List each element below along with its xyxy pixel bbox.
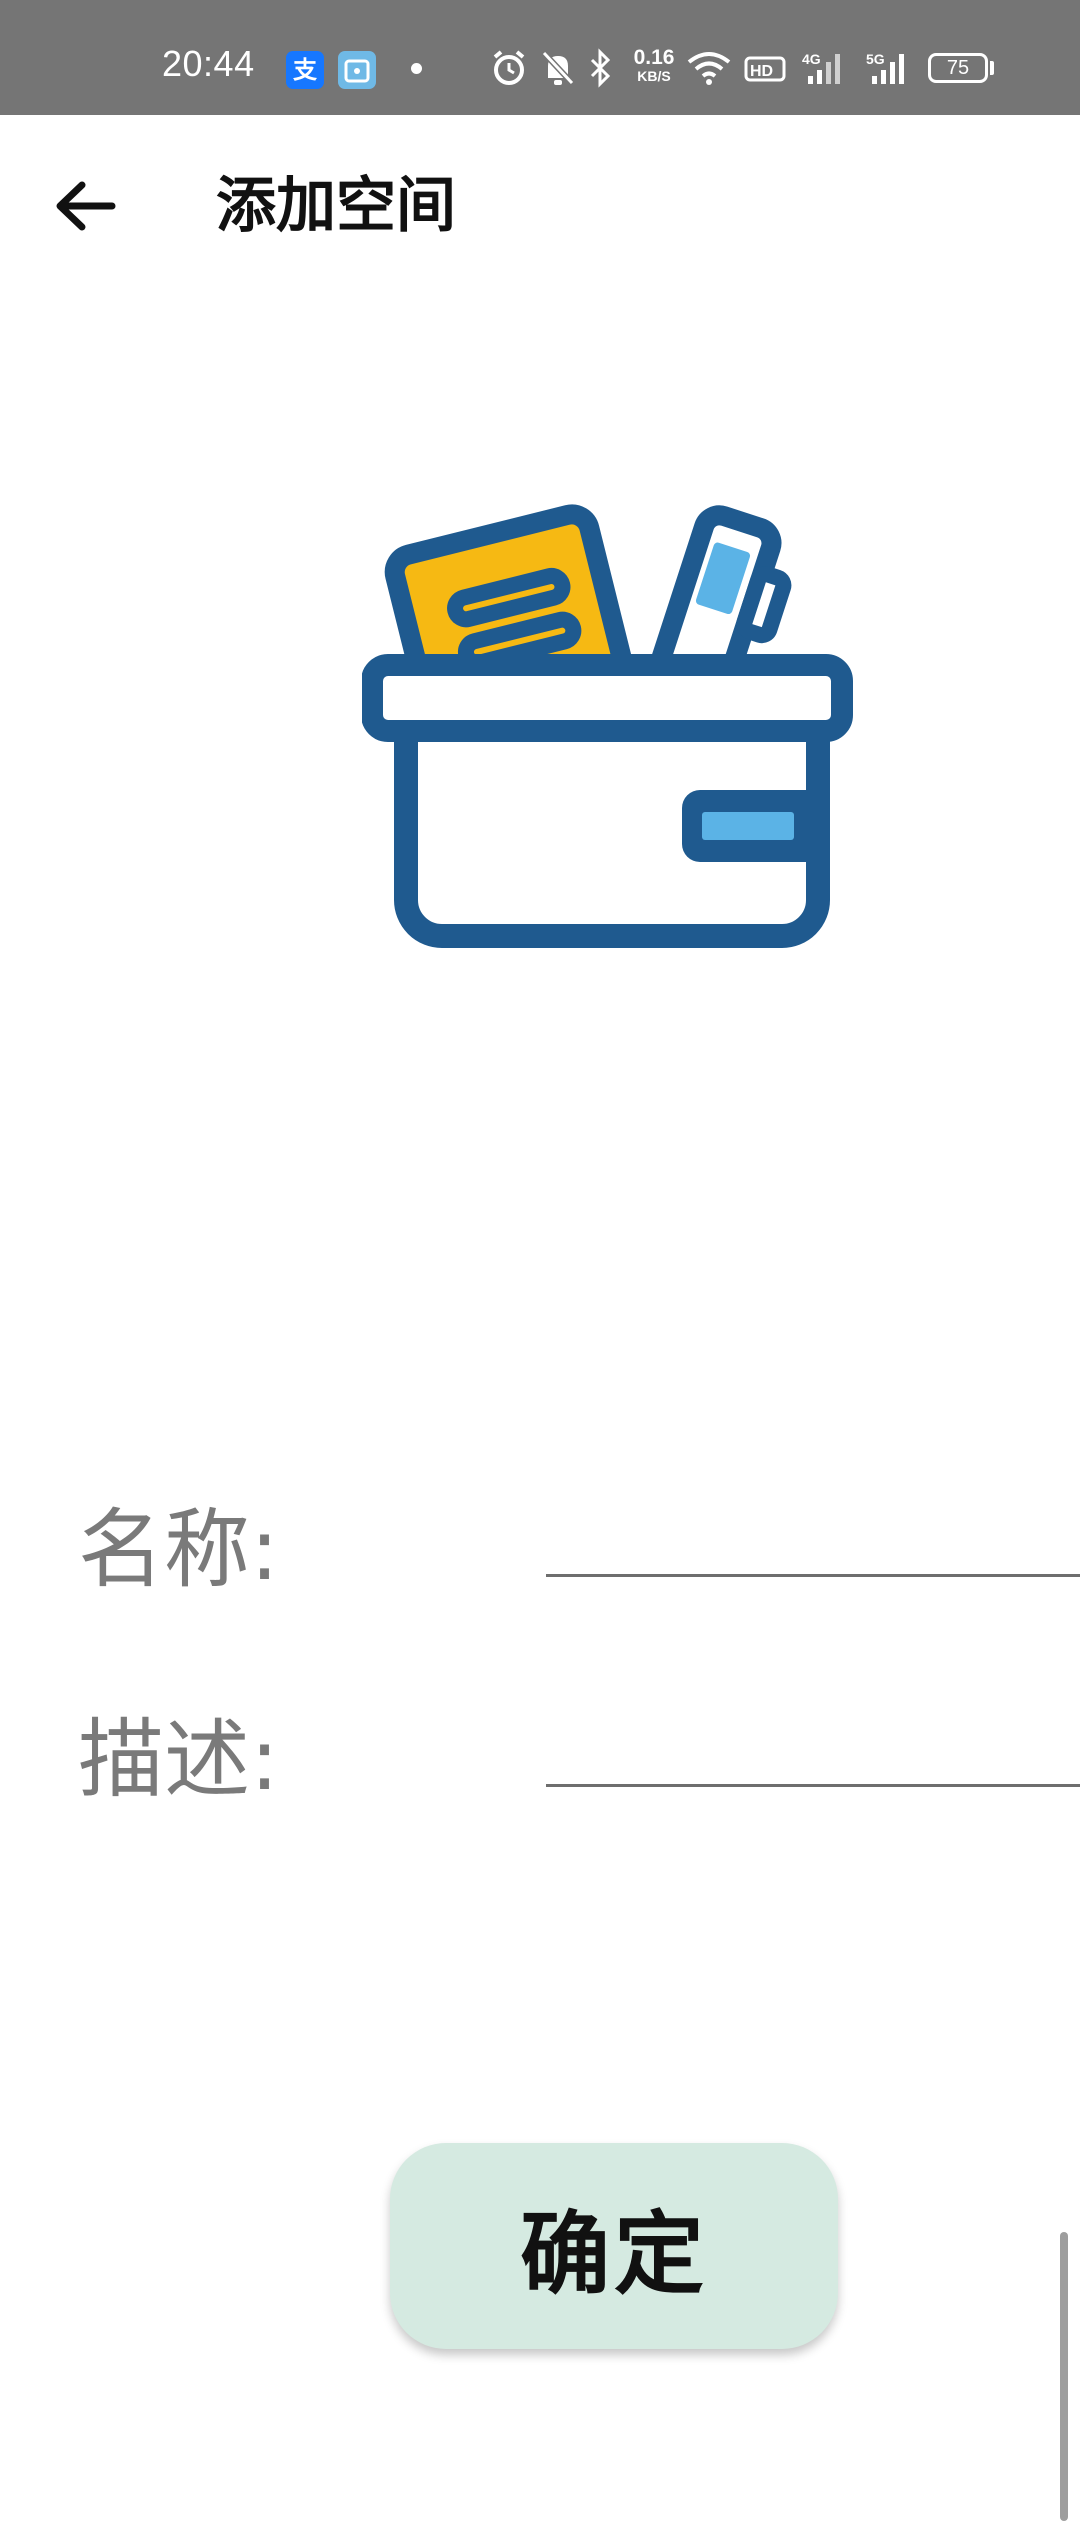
net-speed-unit: KB/S — [637, 68, 671, 84]
name-label: 名称: — [78, 1500, 279, 1600]
scrollbar-thumb[interactable] — [1060, 2232, 1068, 2521]
battery-tip — [990, 61, 994, 75]
alarm-icon — [493, 50, 525, 85]
svg-text:5G: 5G — [866, 51, 885, 67]
notification-dot-icon — [411, 63, 422, 74]
description-label: 描述: — [78, 1710, 279, 1810]
name-row: 名称: — [0, 1485, 1080, 1615]
status-bar: 20:44 支 0.16 KB/S HD 4G 5G 75 — [0, 0, 1080, 115]
mute-bell-icon — [541, 50, 575, 86]
alipay-icon: 支 — [286, 51, 324, 89]
status-time: 20:44 — [162, 43, 255, 84]
network-speed: 0.16 KB/S — [630, 46, 678, 86]
signal-4g-icon: 4G — [802, 51, 840, 84]
battery-icon: 75 — [928, 53, 988, 83]
add-space-screen: 20:44 支 0.16 KB/S HD 4G 5G 75 添加空间 名称: 描… — [0, 0, 1080, 2521]
app-box-icon — [338, 51, 376, 89]
storage-box-icon — [362, 504, 858, 948]
description-row: 描述: — [0, 1695, 1080, 1825]
hd-icon: HD — [744, 56, 786, 82]
svg-text:4G: 4G — [802, 51, 821, 67]
name-input[interactable] — [546, 1505, 1080, 1577]
page-title: 添加空间 — [216, 171, 456, 241]
wifi-icon — [687, 52, 731, 85]
description-input[interactable] — [546, 1715, 1080, 1787]
arrow-left-icon — [56, 181, 116, 231]
confirm-button[interactable]: 确定 — [390, 2143, 838, 2349]
svg-text:HD: HD — [750, 63, 773, 80]
app-bar: 添加空间 — [0, 115, 1080, 285]
bluetooth-icon — [590, 48, 611, 88]
signal-5g-icon: 5G — [866, 51, 904, 84]
back-button[interactable] — [40, 161, 130, 251]
net-speed-value: 0.16 — [633, 46, 675, 69]
